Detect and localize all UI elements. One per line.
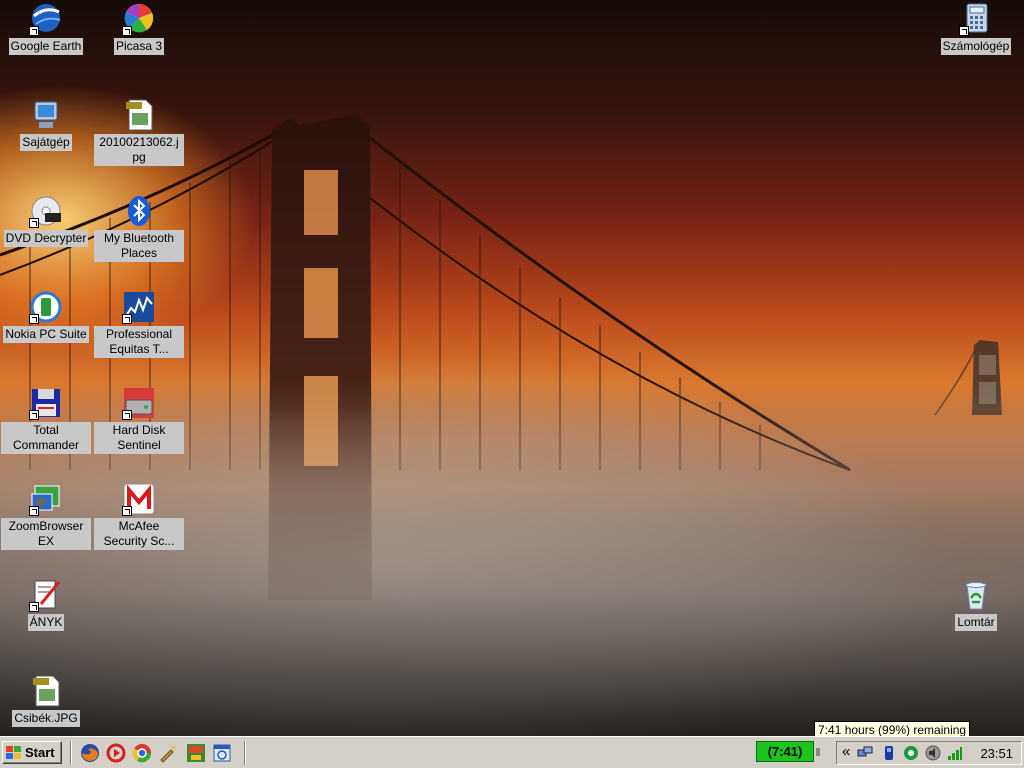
- battery-indicator[interactable]: (7:41): [756, 741, 814, 762]
- desktop-icon-calculator[interactable]: Számológép: [931, 2, 1021, 55]
- desktop-icon-dvd-decrypter[interactable]: DVD Decrypter: [1, 194, 91, 247]
- desktop-icon-professional-equitas[interactable]: Professional Equitas T...: [94, 290, 184, 358]
- desktop-icon-anyk[interactable]: ÁNYK: [1, 578, 91, 631]
- desktop-icon-recycle-bin[interactable]: Lomtár: [931, 578, 1021, 631]
- network-icon[interactable]: [857, 745, 873, 761]
- desktop-icon-label: Sajátgép: [20, 134, 72, 151]
- desktop-icon-csibek[interactable]: Csibék.JPG: [1, 674, 91, 727]
- taskbar-separator: [70, 741, 72, 765]
- form-pen-icon: [29, 578, 63, 612]
- chart-icon: [122, 290, 156, 324]
- desktop-icon-label: ZoomBrowser EX: [1, 518, 91, 550]
- desktop-icon-label: Professional Equitas T...: [94, 326, 184, 358]
- desktop-icon-label: Hard Disk Sentinel: [94, 422, 184, 454]
- desktop-icon-picasa[interactable]: Picasa 3: [94, 2, 184, 55]
- taskbar-separator: [244, 741, 246, 765]
- desktop-icon-total-commander[interactable]: Total Commander: [1, 386, 91, 454]
- battery-terminal: [816, 748, 820, 756]
- media-player-icon[interactable]: [106, 743, 126, 763]
- signal-icon[interactable]: [947, 745, 963, 761]
- desktop-icon-label: Picasa 3: [113, 38, 165, 55]
- desktop-icon-label: Google Earth: [8, 38, 84, 55]
- desktop-icon-zoombrowser[interactable]: ZoomBrowser EX: [1, 482, 91, 550]
- desktop-icon-label: Total Commander: [1, 422, 91, 454]
- jpg-file-icon: [29, 674, 63, 708]
- usb-icon[interactable]: [881, 745, 897, 761]
- desktop-icon-label: Számológép: [940, 38, 1012, 55]
- antivirus-icon[interactable]: [903, 745, 919, 761]
- desktop-icon-mcafee[interactable]: McAfee Security Sc...: [94, 482, 184, 550]
- pinwheel-icon: [122, 2, 156, 36]
- desktop-icon-jpg-file[interactable]: 20100213062.jpg: [94, 98, 184, 166]
- browser-icon[interactable]: [212, 743, 232, 763]
- desktop-icon-hard-disk-sentinel[interactable]: Hard Disk Sentinel: [94, 386, 184, 454]
- speaker-icon[interactable]: [925, 745, 941, 761]
- desktop-icon-google-earth[interactable]: Google Earth: [1, 2, 91, 55]
- photo-icon: [29, 482, 63, 516]
- desktop-wallpaper: Google Earth Sajátgép DVD Decrypter Noki…: [0, 0, 1024, 736]
- start-button[interactable]: Start: [2, 741, 62, 764]
- tray-expand-button[interactable]: «: [842, 743, 854, 760]
- bluetooth-icon: [122, 194, 156, 228]
- desktop-icon-label: 20100213062.jpg: [94, 134, 184, 166]
- desktop-icon-label: Nokia PC Suite: [3, 326, 89, 343]
- desktop-icon-label: Csibék.JPG: [12, 710, 80, 727]
- tool-icon[interactable]: [158, 743, 178, 763]
- system-tray: « 23:51: [836, 741, 1022, 765]
- nokia-icon: [29, 290, 63, 324]
- mcafee-icon: [122, 482, 156, 516]
- taskbar: Start « 23:51: [0, 736, 1024, 768]
- desktop-icon-label: ÁNYK: [27, 614, 65, 631]
- desktop-icon-bluetooth[interactable]: My Bluetooth Places: [94, 194, 184, 262]
- clock[interactable]: 23:51: [980, 746, 1013, 761]
- globe-icon: [29, 2, 63, 36]
- computer-icon: [29, 98, 63, 132]
- dvd-icon: [29, 194, 63, 228]
- desktop-icon-label: DVD Decrypter: [3, 230, 89, 247]
- firefox-icon[interactable]: [80, 743, 100, 763]
- floppy-icon: [29, 386, 63, 420]
- desktop-icon-nokia-pc-suite[interactable]: Nokia PC Suite: [1, 290, 91, 343]
- calculator-icon: [959, 2, 993, 36]
- harddisk-icon: [122, 386, 156, 420]
- game-icon[interactable]: [186, 743, 206, 763]
- desktop-icon-label: My Bluetooth Places: [94, 230, 184, 262]
- chrome-icon[interactable]: [132, 743, 152, 763]
- start-label: Start: [25, 745, 55, 760]
- desktop-icon-my-computer[interactable]: Sajátgép: [1, 98, 91, 151]
- recycle-bin-icon: [959, 578, 993, 612]
- jpg-file-icon: [122, 98, 156, 132]
- desktop-icon-label: McAfee Security Sc...: [94, 518, 184, 550]
- windows-logo-icon: [6, 745, 21, 759]
- desktop-icon-label: Lomtár: [955, 614, 997, 631]
